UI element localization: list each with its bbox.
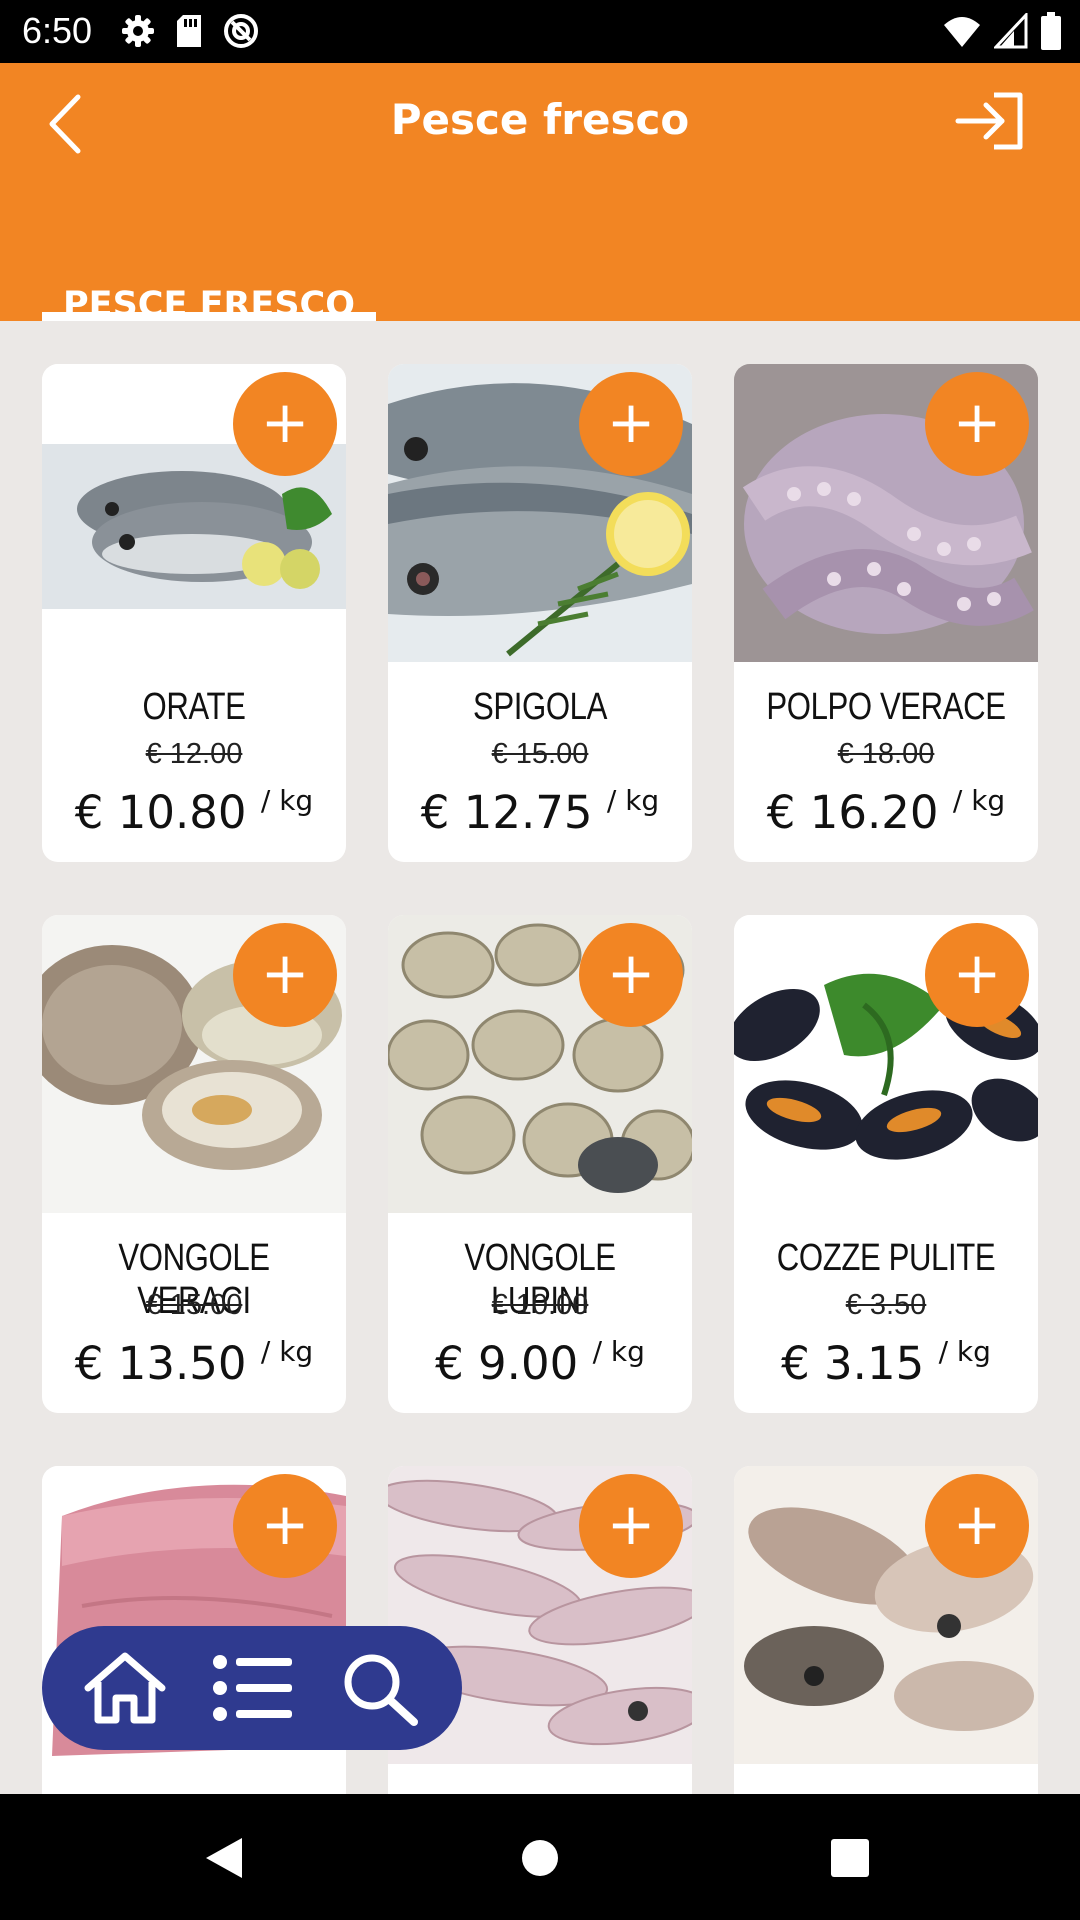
floating-nav	[42, 1626, 462, 1750]
product-price: € 13.50	[74, 1337, 247, 1390]
logout-button[interactable]	[954, 91, 1024, 151]
product-card[interactable]: + VONGOLE VERACI € 15.00 € 13.50 / kg	[42, 915, 346, 1413]
product-card[interactable]: + ORATE € 12.00 € 10.80 / kg	[42, 364, 346, 862]
add-to-cart-button[interactable]: +	[925, 372, 1029, 476]
product-unit: / kg	[592, 1335, 645, 1368]
tab-pesce-fresco[interactable]: PESCE FRESCO	[42, 221, 376, 325]
product-name: ORATE	[142, 686, 246, 728]
nav-search-button[interactable]	[338, 1650, 424, 1726]
wifi-icon	[944, 17, 980, 47]
app-header: Pesce fresco PESCE FRESCO	[0, 63, 1080, 325]
status-icons-right	[942, 12, 1062, 50]
home-circle-icon[interactable]	[520, 1838, 560, 1878]
home-icon	[84, 1652, 166, 1724]
product-card[interactable]: + POLPO VERACE € 18.00 € 16.20 / kg	[734, 364, 1038, 862]
add-to-cart-button[interactable]: +	[925, 923, 1029, 1027]
product-price-line: € 12.75 / kg	[388, 784, 692, 839]
product-old-price: € 15.00	[145, 1289, 243, 1321]
product-old-price: € 3.50	[845, 1289, 927, 1321]
product-old-price: € 12.00	[145, 738, 243, 770]
logout-icon	[955, 92, 1023, 150]
add-to-cart-button[interactable]: +	[579, 923, 683, 1027]
product-unit: / kg	[606, 784, 660, 817]
product-price: € 16.20	[766, 786, 939, 839]
product-card[interactable]: + SPIGOLA € 15.00 € 12.75 / kg	[388, 364, 692, 862]
product-old-price: € 18.00	[837, 738, 935, 770]
product-unit: / kg	[952, 784, 1006, 817]
sd-card-icon	[177, 15, 201, 47]
product-unit: / kg	[938, 1335, 991, 1368]
status-icons-left	[120, 12, 260, 50]
product-price: € 3.15	[781, 1337, 925, 1390]
settings-icon	[122, 15, 154, 47]
product-name: SPIGOLA	[473, 686, 607, 728]
product-unit: / kg	[260, 1335, 314, 1368]
product-name: POLPO VERACE	[766, 686, 1006, 728]
nav-home-button[interactable]	[82, 1650, 168, 1726]
product-card[interactable]: + COZZE PULITE € 3.50 € 3.15 / kg	[734, 915, 1038, 1413]
list-icon	[213, 1655, 292, 1721]
add-to-cart-button[interactable]: +	[233, 923, 337, 1027]
product-price-line: € 3.15 / kg	[734, 1335, 1038, 1390]
tab-active-indicator	[42, 312, 376, 321]
add-to-cart-button[interactable]: +	[579, 1474, 683, 1578]
back-icon[interactable]	[204, 1836, 244, 1880]
add-to-cart-button[interactable]: +	[233, 1474, 337, 1578]
product-old-price: € 15.00	[491, 738, 589, 770]
search-icon	[344, 1654, 418, 1726]
product-price-line: € 9.00 / kg	[388, 1335, 692, 1390]
add-to-cart-button[interactable]: +	[579, 372, 683, 476]
add-to-cart-button[interactable]: +	[233, 372, 337, 476]
add-to-cart-button[interactable]: +	[925, 1474, 1029, 1578]
battery-icon	[1041, 12, 1061, 50]
nav-list-button[interactable]	[210, 1650, 296, 1726]
sync-icon	[224, 14, 258, 48]
product-price: € 12.75	[420, 786, 593, 839]
recents-icon[interactable]	[830, 1838, 870, 1878]
status-time: 6:50	[22, 10, 93, 51]
signal-icon	[994, 13, 1028, 49]
system-nav-bar	[0, 1794, 1080, 1920]
product-old-price: € 10.00	[491, 1289, 589, 1321]
product-price-line: € 16.20 / kg	[734, 784, 1038, 839]
product-card[interactable]: + VONGOLE LUPINI € 10.00 € 9.00 / kg	[388, 915, 692, 1413]
status-bar: 6:50	[0, 0, 1080, 63]
product-price: € 10.80	[74, 786, 247, 839]
product-price: € 9.00	[435, 1337, 579, 1390]
product-name: COZZE PULITE	[776, 1237, 996, 1279]
product-unit: / kg	[260, 784, 314, 817]
product-price-line: € 13.50 / kg	[42, 1335, 346, 1390]
page-title: Pesce fresco	[390, 95, 690, 144]
product-price-line: € 10.80 / kg	[42, 784, 346, 839]
